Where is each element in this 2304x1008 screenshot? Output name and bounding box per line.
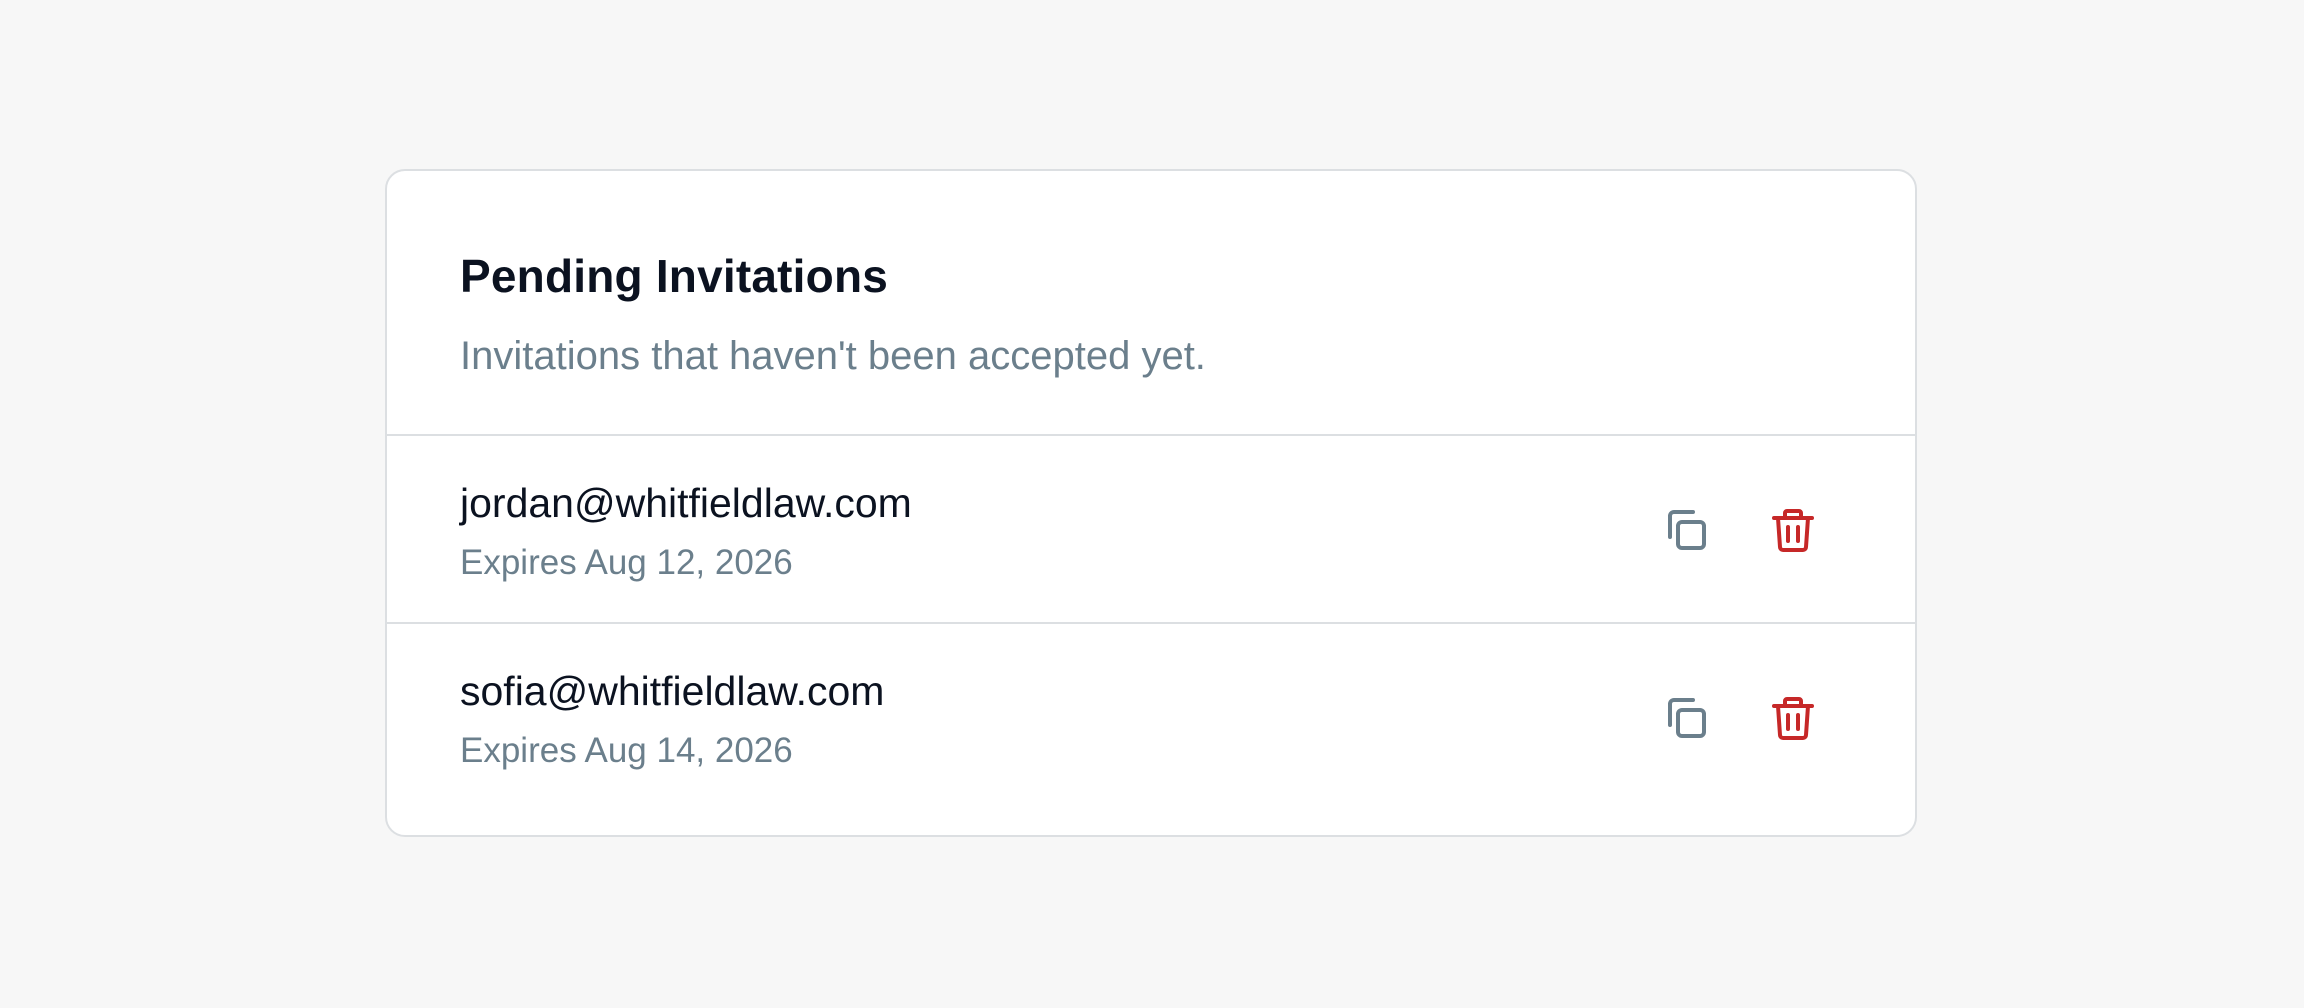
delete-invitation-button[interactable]: [1761, 498, 1825, 562]
trash-icon: [1769, 694, 1817, 742]
pending-invitations-card: Pending Invitations Invitations that hav…: [385, 169, 1917, 837]
invitation-row: jordan@whitfieldlaw.com Expires Aug 12, …: [387, 436, 1915, 624]
copy-icon: [1662, 506, 1710, 554]
invitation-email: jordan@whitfieldlaw.com: [460, 480, 912, 526]
invitation-expiry: Expires Aug 12, 2026: [460, 543, 793, 582]
invitation-email: sofia@whitfieldlaw.com: [460, 668, 885, 714]
card-title: Pending Invitations: [460, 250, 889, 302]
delete-invitation-button[interactable]: [1761, 686, 1825, 750]
card-subtitle: Invitations that haven't been accepted y…: [460, 334, 1206, 378]
invitation-expiry: Expires Aug 14, 2026: [460, 731, 793, 770]
copy-invite-link-button[interactable]: [1654, 686, 1718, 750]
copy-icon: [1662, 694, 1710, 742]
invitation-row: sofia@whitfieldlaw.com Expires Aug 14, 2…: [387, 624, 1915, 812]
card-header: Pending Invitations Invitations that hav…: [387, 171, 1915, 436]
copy-invite-link-button[interactable]: [1654, 498, 1718, 562]
trash-icon: [1769, 506, 1817, 554]
